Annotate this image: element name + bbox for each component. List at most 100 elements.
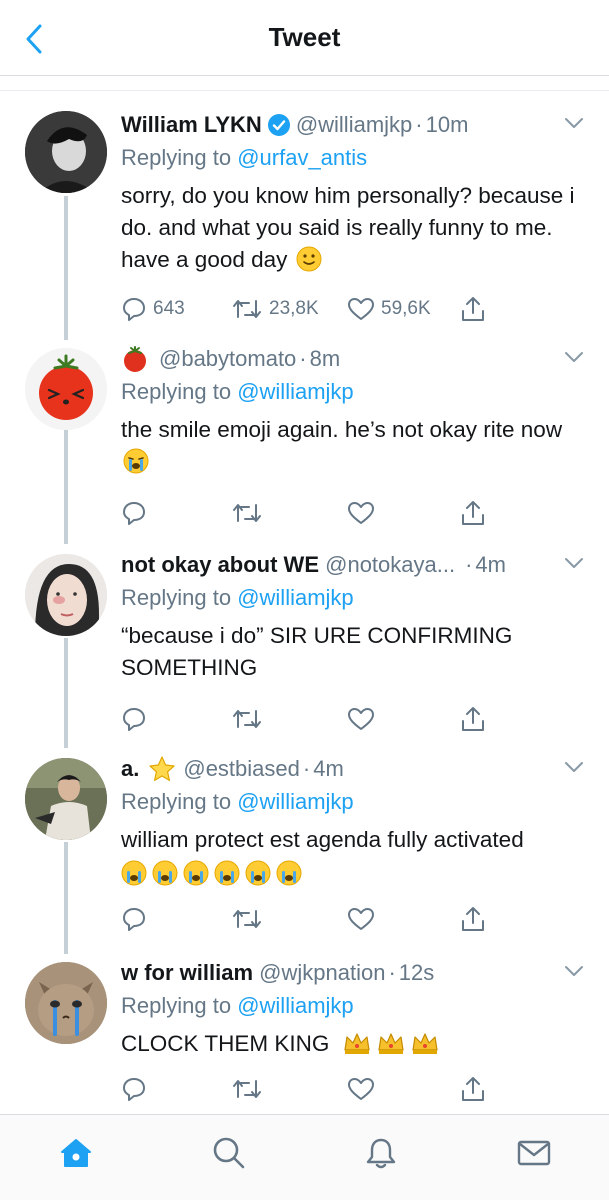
avatar[interactable] bbox=[25, 348, 107, 430]
retweet-icon bbox=[233, 910, 261, 928]
tweet[interactable]: a. @estbiased · 4m Replying to @williamj… bbox=[0, 752, 609, 948]
mention-link[interactable]: @urfav_antis bbox=[237, 145, 367, 170]
tweet-text-content: william protect est agenda fully activat… bbox=[121, 827, 524, 852]
heart-icon bbox=[348, 298, 374, 320]
loudly-crying-face-emoji bbox=[245, 860, 271, 886]
avatar[interactable] bbox=[25, 962, 107, 1044]
like-button[interactable] bbox=[347, 498, 375, 528]
reply-prefix: Replying to bbox=[121, 789, 232, 814]
like-button[interactable] bbox=[347, 1074, 375, 1104]
like-button[interactable] bbox=[347, 704, 375, 734]
chevron-down-icon[interactable] bbox=[563, 348, 585, 366]
reply-button[interactable]: 643 bbox=[121, 294, 185, 324]
tab-notifications[interactable] bbox=[361, 1133, 401, 1173]
retweet-button[interactable]: 23,8K bbox=[231, 294, 319, 324]
mention-link[interactable]: @williamjkp bbox=[237, 789, 353, 814]
tweet[interactable]: @babytomato · 8m Replying to @williamjkp… bbox=[0, 342, 609, 538]
tweet-actions bbox=[121, 904, 585, 934]
tweet-actions bbox=[121, 704, 585, 734]
chevron-down-icon[interactable] bbox=[563, 114, 585, 132]
display-name[interactable]: a. bbox=[121, 752, 139, 786]
display-name[interactable]: not okay about WE bbox=[121, 548, 319, 582]
avatar[interactable] bbox=[25, 554, 107, 636]
tab-search[interactable] bbox=[209, 1133, 249, 1173]
handle[interactable]: @wjkpnation bbox=[259, 956, 385, 990]
handle[interactable]: @babytomato bbox=[159, 342, 296, 376]
retweet-button[interactable] bbox=[231, 1074, 263, 1104]
share-button[interactable] bbox=[460, 904, 486, 934]
avatar[interactable] bbox=[25, 758, 107, 840]
messages-icon bbox=[517, 1140, 551, 1166]
timestamp[interactable]: 4m bbox=[475, 548, 506, 582]
reply-button[interactable] bbox=[121, 498, 147, 528]
handle[interactable]: @williamjkp bbox=[296, 108, 412, 142]
like-button[interactable]: 59,6K bbox=[347, 294, 431, 324]
timestamp[interactable]: 10m bbox=[426, 108, 469, 142]
crown-emoji bbox=[344, 1033, 370, 1054]
display-name[interactable]: w for william bbox=[121, 956, 253, 990]
like-button[interactable] bbox=[347, 904, 375, 934]
share-button[interactable] bbox=[460, 294, 486, 324]
heart-icon bbox=[348, 708, 374, 730]
search-icon bbox=[213, 1137, 245, 1169]
bottom-tab-bar bbox=[0, 1114, 609, 1200]
heart-icon bbox=[348, 908, 374, 930]
retweet-button[interactable] bbox=[231, 904, 263, 934]
handle[interactable]: @estbiased bbox=[183, 752, 300, 786]
mention-link[interactable]: @williamjkp bbox=[237, 379, 353, 404]
share-icon bbox=[462, 907, 484, 931]
reply-count: 643 bbox=[153, 298, 185, 319]
comment-icon bbox=[123, 298, 145, 321]
tweet-text-content: CLOCK THEM KING bbox=[121, 1031, 330, 1056]
display-name[interactable]: William LYKN bbox=[121, 108, 262, 142]
tweet[interactable]: w for william @wjkpnation · 12s Replying… bbox=[0, 956, 609, 1106]
chevron-down-icon[interactable] bbox=[563, 758, 585, 776]
tweet-text: sorry, do you know him personally? becau… bbox=[121, 180, 585, 276]
home-icon bbox=[61, 1139, 91, 1167]
timestamp[interactable]: 4m bbox=[313, 752, 344, 786]
timestamp[interactable]: 8m bbox=[310, 342, 341, 376]
comment-icon bbox=[123, 1078, 145, 1101]
tweet[interactable]: William LYKN @williamjkp · 10m Replying … bbox=[0, 108, 609, 328]
tweet[interactable]: not okay about WE @notokaya... · 4m Repl… bbox=[0, 548, 609, 744]
share-button[interactable] bbox=[460, 704, 486, 734]
chevron-down-icon[interactable] bbox=[563, 962, 585, 980]
reply-button[interactable] bbox=[121, 704, 147, 734]
crown-emoji bbox=[378, 1033, 404, 1054]
reply-button[interactable] bbox=[121, 1074, 147, 1104]
reply-button[interactable] bbox=[121, 904, 147, 934]
loudly-crying-face-emoji bbox=[183, 860, 209, 886]
timestamp[interactable]: 12s bbox=[399, 956, 434, 990]
loudly-crying-face-emoji bbox=[152, 860, 178, 886]
crown-emoji bbox=[412, 1033, 438, 1054]
mention-link[interactable]: @williamjkp bbox=[237, 993, 353, 1018]
mention-link[interactable]: @williamjkp bbox=[237, 585, 353, 610]
reply-prefix: Replying to bbox=[121, 145, 232, 170]
retweet-icon bbox=[233, 300, 261, 318]
reply-prefix: Replying to bbox=[121, 585, 232, 610]
share-button[interactable] bbox=[460, 498, 486, 528]
loudly-crying-face-emoji bbox=[276, 860, 302, 886]
tab-home[interactable] bbox=[56, 1133, 96, 1173]
tab-messages[interactable] bbox=[514, 1133, 554, 1173]
handle[interactable]: @notokaya... bbox=[325, 548, 455, 582]
avatar[interactable] bbox=[25, 111, 107, 193]
share-icon bbox=[462, 297, 484, 321]
like-count: 59,6K bbox=[381, 298, 431, 319]
tweet-text-content: sorry, do you know him personally? becau… bbox=[121, 183, 575, 272]
slightly-smiling-face-emoji bbox=[296, 246, 322, 272]
tweet-text: “because i do” SIR URE CONFIRMING SOMETH… bbox=[121, 623, 513, 680]
reply-prefix: Replying to bbox=[121, 993, 232, 1018]
chevron-down-icon[interactable] bbox=[563, 554, 585, 572]
share-button[interactable] bbox=[460, 1074, 486, 1104]
retweet-button[interactable] bbox=[231, 498, 263, 528]
heart-icon bbox=[348, 502, 374, 524]
separator-dot: · bbox=[388, 960, 396, 985]
loudly-crying-face-emoji bbox=[121, 860, 147, 886]
retweet-button[interactable] bbox=[231, 704, 263, 734]
comment-icon bbox=[123, 502, 145, 525]
reply-context: Replying to @urfav_antis bbox=[121, 142, 585, 174]
reply-context: Replying to @williamjkp bbox=[121, 376, 585, 408]
tweet-text-content: the smile emoji again. he’s not okay rit… bbox=[121, 417, 563, 442]
separator-dot: · bbox=[415, 112, 423, 137]
